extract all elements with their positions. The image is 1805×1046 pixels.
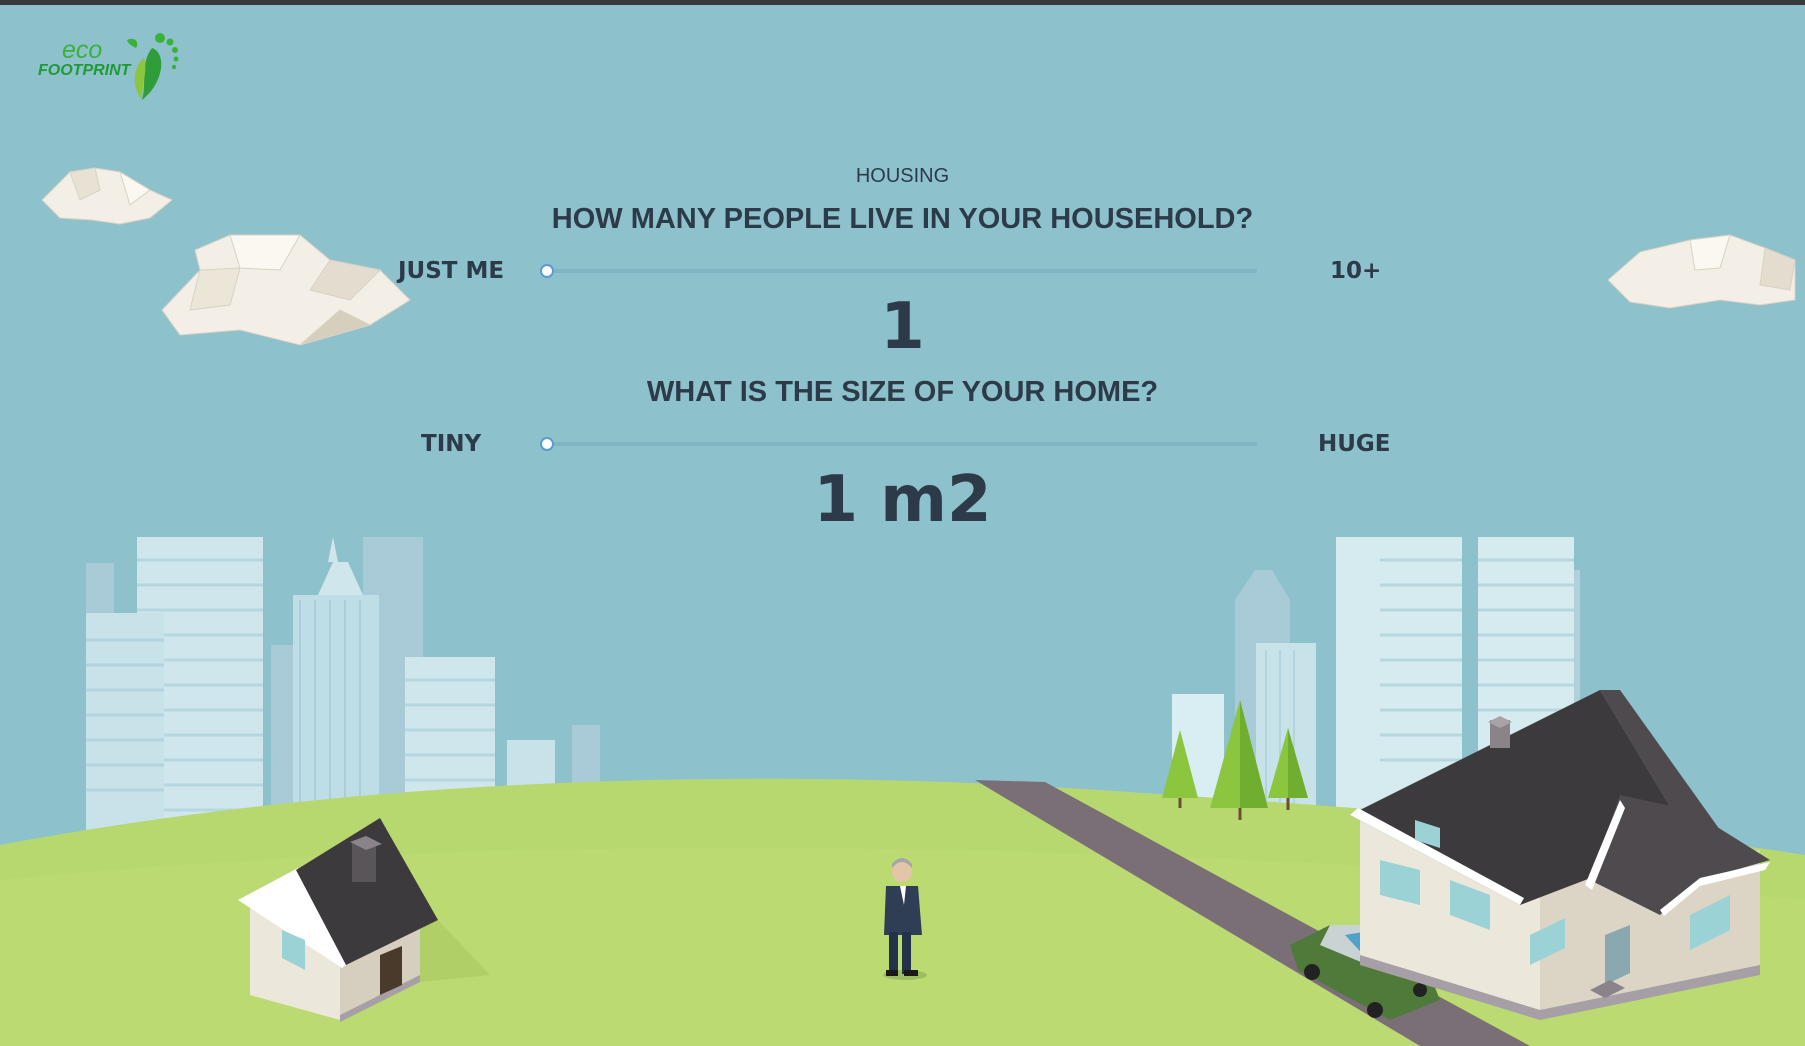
slider-thumb[interactable]: [540, 437, 554, 451]
home-size-value: 1 m2: [813, 463, 992, 537]
logo-text-footprint: FOOTPRINT: [38, 62, 131, 79]
slider-track[interactable]: [546, 442, 1257, 446]
eco-footprint-logo[interactable]: eco FOOTPRINT: [34, 28, 184, 108]
footprint-icon: [127, 33, 179, 100]
household-question: HOW MANY PEOPLE LIVE IN YOUR HOUSEHOLD?: [551, 203, 1254, 235]
household-min-label: JUST ME: [398, 258, 505, 284]
home-size-min-label: TINY: [421, 431, 482, 457]
logo-text-eco: eco: [62, 36, 103, 64]
slider-track[interactable]: [546, 269, 1257, 273]
home-size-max-label: HUGE: [1318, 431, 1391, 457]
section-title: HOUSING: [855, 165, 950, 187]
household-max-label: 10+: [1330, 258, 1382, 284]
slider-thumb[interactable]: [540, 264, 554, 278]
household-size-slider[interactable]: [540, 262, 1257, 280]
home-size-question: WHAT IS THE SIZE OF YOUR HOME?: [646, 376, 1159, 408]
home-size-slider[interactable]: [540, 435, 1257, 453]
household-value: 1: [880, 290, 925, 364]
